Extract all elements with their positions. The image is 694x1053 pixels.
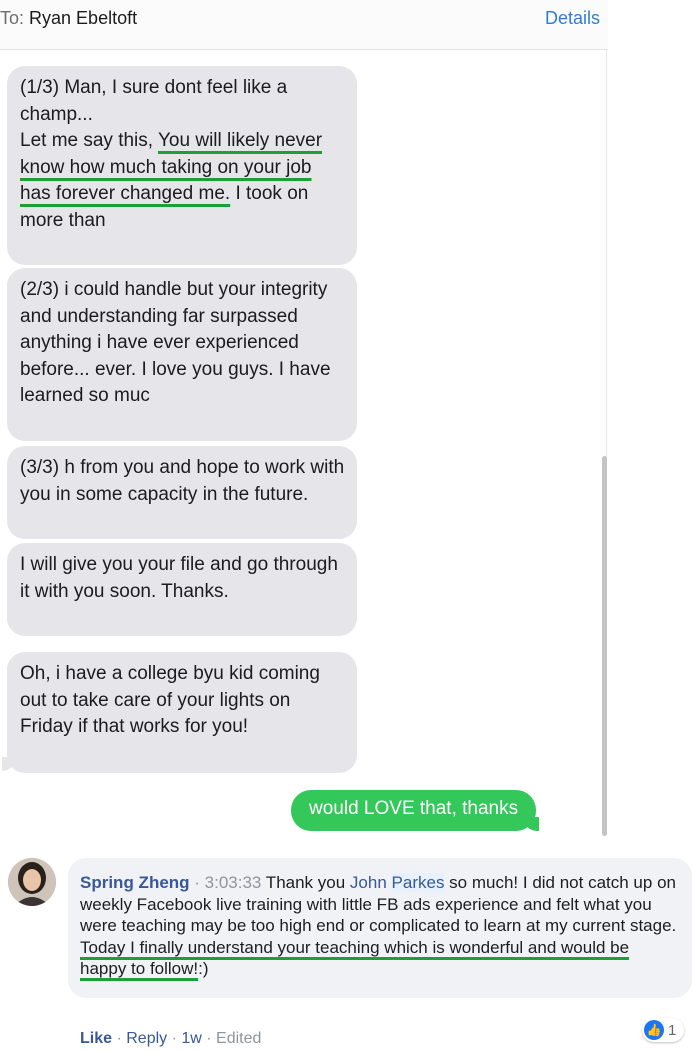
edited-label: Edited [216,1030,262,1047]
message-thread: To: Ryan Ebeltoft Details (1/3) Man, I s… [0,0,608,836]
like-button[interactable]: Like [80,1030,112,1047]
like-icon: 👍 [644,1020,664,1040]
separator: · [201,1030,217,1047]
details-button[interactable]: Details [545,8,600,29]
outgoing-bubble-tail [523,817,540,831]
incoming-message-4: I will give you your file and go through… [7,543,357,636]
comment-age[interactable]: 1w [181,1030,201,1047]
conversation-header: To: Ryan Ebeltoft Details [0,0,608,50]
message-text: (2/3) i could handle but your integrity … [20,279,331,406]
tagged-user-last[interactable]: Parkes [391,873,445,892]
avatar[interactable] [8,858,56,906]
separator: · [167,1030,182,1047]
comment-timestamp: 3:03:33 [204,873,262,892]
reaction-count-badge[interactable]: 👍 1 [642,1018,685,1042]
incoming-message-1: (1/3) Man, I sure dont feel like a champ… [7,66,357,265]
message-text: (1/3) Man, I sure dont feel like a champ… [20,77,288,125]
comment-bubble: Spring Zheng · 3:03:33 Thank you John Pa… [68,858,692,998]
comment-actions: Like · Reply · 1w · Edited [80,1030,261,1048]
tagged-user-first[interactable]: John [350,873,387,892]
separator: · [112,1030,127,1047]
scrollbar[interactable] [602,456,607,836]
avatar-portrait-icon [8,858,56,906]
message-text: Oh, i have a college byu kid coming out … [20,663,320,737]
message-text: I will give you your file and go through… [20,554,338,602]
outgoing-message-text: would LOVE that, thanks [309,798,519,819]
comment-text-end: :) [198,959,209,979]
comment-text-start: Thank you [261,873,350,892]
comment-underlined-text: Today I finally understand your teaching… [80,937,630,979]
message-text: Let me say this, [20,130,158,151]
to-label: To: [0,8,25,28]
message-text: (3/3) h from you and hope to work with y… [20,457,345,505]
incoming-message-5: Oh, i have a college byu kid coming out … [7,652,357,773]
comment-author[interactable]: Spring Zheng [80,873,190,892]
incoming-message-3: (3/3) h from you and hope to work with y… [7,446,357,539]
incoming-message-2: (2/3) i could handle but your integrity … [7,268,357,441]
recipient-line: To: Ryan Ebeltoft [0,8,137,29]
recipient-name[interactable]: Ryan Ebeltoft [29,8,137,28]
outgoing-message: would LOVE that, thanks [291,790,540,831]
reaction-count: 1 [668,1021,677,1039]
separator: · [189,873,205,892]
reply-button[interactable]: Reply [126,1030,167,1047]
